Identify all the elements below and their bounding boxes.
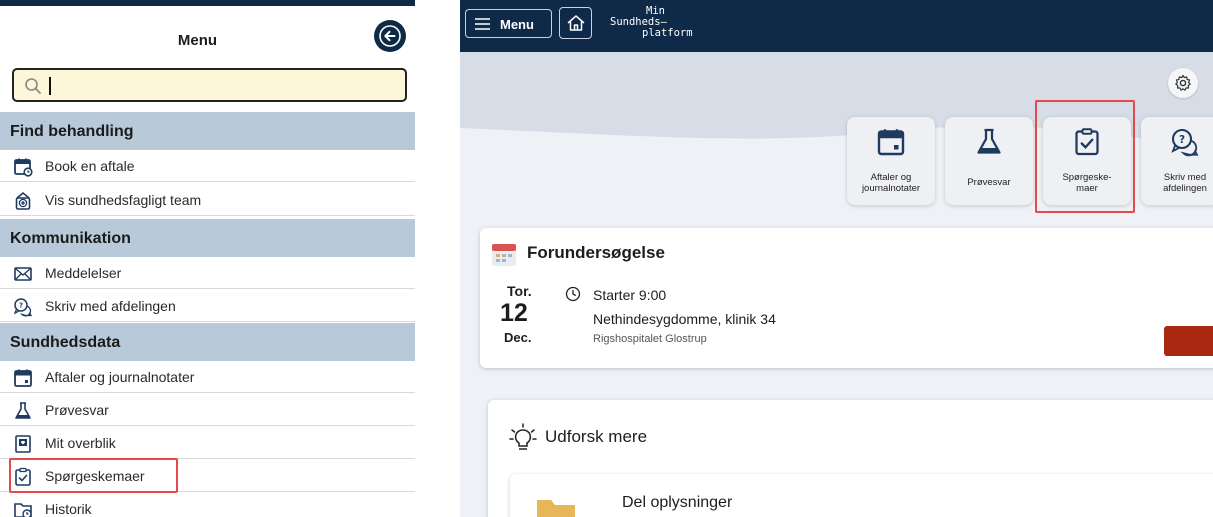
svg-text:?: ? bbox=[1179, 134, 1185, 146]
appointment-hospital: Rigshospitalet Glostrup bbox=[593, 333, 707, 345]
menu-item-label: Prøvesvar bbox=[45, 402, 109, 418]
tile-label-line-2: journalnotater bbox=[861, 183, 921, 194]
menu-item-vis-sundhedsfagligt-team[interactable]: Vis sundhedsfagligt team bbox=[0, 184, 415, 216]
menu-item-skriv-med-afdelingen[interactable]: ? Skriv med afdelingen bbox=[0, 290, 415, 322]
appointment-card[interactable]: Forundersøgelse Tor. 12 Dec. Starter 9:0… bbox=[480, 228, 1213, 368]
gear-icon bbox=[1175, 74, 1191, 91]
section-heading-find-behandling: Find behandling bbox=[0, 112, 415, 150]
calendar-color-icon bbox=[492, 244, 516, 266]
history-folder-icon bbox=[14, 503, 32, 517]
menu-item-label: Aftaler og journalnotater bbox=[45, 369, 195, 385]
menu-item-label: Vis sundhedsfagligt team bbox=[45, 192, 202, 208]
calendar-icon bbox=[14, 369, 32, 387]
medical-team-icon bbox=[15, 191, 31, 210]
hamburger-icon bbox=[475, 18, 490, 30]
menu-search-box[interactable] bbox=[12, 68, 407, 102]
chat-bubbles-icon: ? bbox=[13, 298, 33, 317]
share-info-card[interactable]: Del oplysninger bbox=[510, 474, 1213, 517]
appointment-month: Dec. bbox=[504, 330, 532, 345]
appointment-action-button[interactable] bbox=[1164, 326, 1213, 356]
highlight-box-tile-sporgeskemaer bbox=[1035, 100, 1135, 213]
clock-icon bbox=[565, 286, 581, 302]
home-button[interactable] bbox=[559, 7, 592, 39]
arrow-left-icon bbox=[379, 25, 401, 47]
brand-line-3: platform bbox=[642, 27, 693, 39]
home-icon bbox=[567, 15, 584, 31]
menu-item-label: Mit overblik bbox=[45, 435, 116, 451]
tile-label-line-1: Aftaler og bbox=[870, 172, 912, 183]
explore-title: Udforsk mere bbox=[545, 427, 648, 446]
lightbulb-icon bbox=[509, 423, 537, 450]
menu-item-aftaler-og-journalnotater[interactable]: Aftaler og journalnotater bbox=[0, 361, 415, 393]
side-menu: Menu Find behandling Book en aftale Vis … bbox=[0, 0, 415, 517]
menu-item-provesvar[interactable]: Prøvesvar bbox=[0, 394, 415, 426]
search-icon bbox=[25, 78, 41, 94]
overview-icon bbox=[15, 435, 31, 453]
svg-text:?: ? bbox=[19, 302, 23, 310]
folder-heart-icon bbox=[537, 500, 575, 517]
menu-search-input[interactable] bbox=[48, 74, 388, 96]
menu-item-label: Skriv med afdelingen bbox=[45, 298, 176, 314]
menu-item-book-en-aftale[interactable]: Book en aftale bbox=[0, 150, 415, 182]
menu-title: Menu bbox=[177, 32, 218, 49]
close-menu-button[interactable] bbox=[374, 20, 406, 52]
appointment-date: 12 bbox=[500, 299, 528, 327]
main-left-gutter bbox=[415, 0, 460, 517]
menu-item-meddelelser[interactable]: Meddelelser bbox=[0, 257, 415, 289]
menu-item-label: Meddelelser bbox=[45, 265, 122, 281]
menu-header: Menu bbox=[0, 6, 415, 62]
menu-item-mit-overblik[interactable]: Mit overblik bbox=[0, 427, 415, 459]
menu-item-label: Historik bbox=[45, 501, 92, 517]
settings-button[interactable] bbox=[1168, 68, 1198, 98]
chat-bubbles-icon: ? bbox=[1171, 128, 1199, 157]
tile-provesvar[interactable]: Prøvesvar bbox=[945, 117, 1033, 205]
tile-aftaler-og-journalnotater[interactable]: Aftaler og journalnotater bbox=[847, 117, 935, 205]
highlight-box-menu-sporgeskemaer bbox=[9, 458, 178, 493]
top-navigation-bar: Menu Min Sundheds— platform bbox=[460, 0, 1213, 52]
share-info-title: Del oplysninger bbox=[622, 494, 733, 511]
tile-skriv-med-afdelingen[interactable]: ? Skriv med afdelingen bbox=[1141, 117, 1213, 205]
appointment-start-time: Starter 9:00 bbox=[593, 287, 667, 303]
tile-label-line-1: Prøvesvar bbox=[967, 177, 1011, 188]
tile-label-line-1: Skriv med bbox=[1163, 172, 1207, 183]
calendar-clock-icon bbox=[14, 158, 33, 177]
section-heading-sundhedsdata: Sundhedsdata bbox=[0, 323, 415, 361]
tile-label-line-2: afdelingen bbox=[1163, 183, 1207, 194]
flask-icon bbox=[977, 128, 1001, 154]
envelope-icon bbox=[14, 267, 32, 281]
appointment-weekday: Tor. bbox=[507, 283, 532, 299]
menu-item-label: Book en aftale bbox=[45, 158, 135, 174]
menu-button-label: Menu bbox=[500, 17, 534, 32]
menu-button[interactable]: Menu bbox=[465, 9, 552, 38]
text-caret bbox=[49, 77, 51, 95]
appointment-title: Forundersøgelse bbox=[527, 243, 665, 262]
menu-item-historik[interactable]: Historik bbox=[0, 493, 415, 517]
appointment-clinic: Nethindesygdomme, klinik 34 bbox=[593, 311, 776, 327]
flask-icon bbox=[15, 402, 31, 419]
calendar-icon bbox=[877, 129, 905, 156]
section-heading-kommunikation: Kommunikation bbox=[0, 219, 415, 257]
